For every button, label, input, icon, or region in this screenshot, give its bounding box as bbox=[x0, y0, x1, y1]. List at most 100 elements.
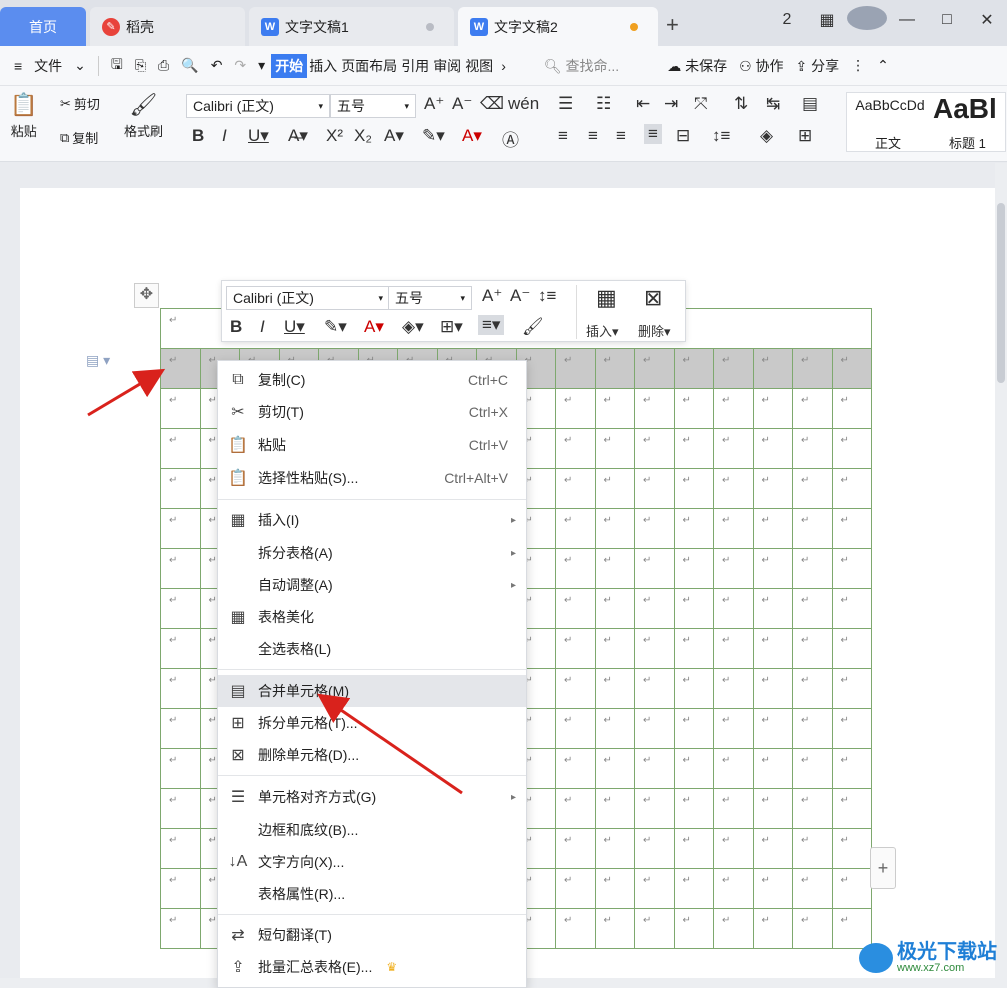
italic-icon[interactable]: I bbox=[222, 126, 227, 146]
table-cell[interactable]: ↵ bbox=[792, 748, 833, 789]
table-cell[interactable]: ↵ bbox=[752, 548, 793, 589]
more-options-icon[interactable]: ⋮ bbox=[845, 57, 871, 74]
menu-item-table-properties[interactable]: 表格属性(R)... bbox=[218, 878, 526, 910]
font-color-icon[interactable]: A▾ bbox=[364, 317, 384, 337]
style-normal[interactable]: AaBbCcDd bbox=[851, 97, 929, 113]
table-cell[interactable]: ↵ bbox=[831, 468, 872, 509]
more-tabs-icon[interactable]: › bbox=[495, 58, 512, 74]
table-cell[interactable]: ↵ bbox=[634, 788, 675, 829]
table-cell[interactable]: ↵ bbox=[752, 388, 793, 429]
font-color-icon[interactable]: A▾ bbox=[462, 126, 482, 146]
table-cell[interactable]: ↵ bbox=[752, 588, 793, 629]
align-icon[interactable]: ≡▾ bbox=[478, 315, 505, 335]
table-cell[interactable]: ↵ bbox=[634, 748, 675, 789]
table-cell[interactable]: ↵ bbox=[160, 748, 201, 789]
table-cell[interactable]: ↵ bbox=[792, 508, 833, 549]
table-cell[interactable]: ↵ bbox=[713, 748, 754, 789]
grid-icon[interactable]: ▦ bbox=[807, 10, 847, 30]
menu-item-borders-shading[interactable]: 边框和底纹(B)... bbox=[218, 814, 526, 846]
avatar[interactable] bbox=[847, 5, 887, 35]
table-cell[interactable]: ↵ bbox=[160, 548, 201, 589]
table-cell[interactable]: ↵ bbox=[673, 348, 714, 389]
new-tab-button[interactable]: + bbox=[666, 12, 679, 38]
save-icon[interactable]: 🖫 bbox=[105, 54, 129, 78]
menu-item-merge-cells[interactable]: ▤ 合并单元格(M) bbox=[218, 675, 526, 707]
table-cell[interactable]: ↵ bbox=[673, 828, 714, 869]
table-cell[interactable]: ↵ bbox=[752, 628, 793, 669]
shading-icon[interactable]: ◈▾ bbox=[402, 317, 424, 337]
align-center-icon[interactable]: ≡ bbox=[588, 126, 598, 146]
table-cell[interactable]: ↵ bbox=[555, 748, 596, 789]
table-cell[interactable]: ↵ bbox=[831, 748, 872, 789]
table-cell[interactable]: ↵ bbox=[792, 588, 833, 629]
table-cell[interactable]: ↵ bbox=[634, 828, 675, 869]
tab-home[interactable]: 首页 bbox=[0, 7, 86, 46]
table-cell[interactable]: ↵ bbox=[792, 788, 833, 829]
table-cell[interactable]: ↵ bbox=[555, 548, 596, 589]
table-cell[interactable]: ↵ bbox=[831, 348, 872, 389]
table-cell[interactable]: ↵ bbox=[160, 868, 201, 909]
table-cell[interactable]: ↵ bbox=[160, 708, 201, 749]
collapse-ribbon-icon[interactable]: ⌃ bbox=[871, 57, 895, 74]
table-cell[interactable]: ↵ bbox=[594, 828, 635, 869]
table-cell[interactable]: ↵ bbox=[752, 868, 793, 909]
menu-item-delete-cells[interactable]: ⊠ 删除单元格(D)... bbox=[218, 739, 526, 771]
table-cell[interactable]: ↵ bbox=[831, 708, 872, 749]
highlight-icon[interactable]: ✎▾ bbox=[422, 126, 445, 146]
table-cell[interactable]: ↵ bbox=[831, 668, 872, 709]
mini-font-size-select[interactable]: 五号 ▾ bbox=[388, 286, 472, 310]
redo-icon[interactable]: ↷ bbox=[228, 57, 252, 74]
table-cell[interactable]: ↵ bbox=[555, 508, 596, 549]
tab-view[interactable]: 视图 bbox=[463, 56, 495, 76]
table-cell[interactable]: ↵ bbox=[713, 468, 754, 509]
underline-icon[interactable]: U▾ bbox=[248, 126, 269, 146]
numbering-icon[interactable]: ☷ bbox=[596, 94, 611, 114]
table-cell[interactable]: ↵ bbox=[634, 548, 675, 589]
table-cell[interactable]: ↵ bbox=[752, 468, 793, 509]
subscript-icon[interactable]: X₂ bbox=[354, 126, 372, 146]
table-cell[interactable]: ↵ bbox=[713, 868, 754, 909]
table-cell[interactable]: ↵ bbox=[792, 668, 833, 709]
table-cell[interactable]: ↵ bbox=[831, 428, 872, 469]
table-cell[interactable]: ↵ bbox=[160, 508, 201, 549]
table-cell[interactable]: ↵ bbox=[634, 908, 675, 949]
table-cell[interactable]: ↵ bbox=[673, 548, 714, 589]
align-left-icon[interactable]: ≡ bbox=[558, 126, 568, 146]
table-cell[interactable]: ↵ bbox=[160, 588, 201, 629]
menu-item-text-direction[interactable]: ↓A 文字方向(X)... bbox=[218, 846, 526, 878]
borders-icon[interactable]: ⊞▾ bbox=[440, 317, 463, 337]
menu-item-split-cells[interactable]: ⊞ 拆分单元格(T)... bbox=[218, 707, 526, 739]
menu-item-autofit[interactable]: 自动调整(A) ▸ bbox=[218, 569, 526, 601]
table-cell[interactable]: ↵ bbox=[594, 708, 635, 749]
copy-button[interactable]: ⧉ 复制 bbox=[60, 128, 98, 147]
table-cell[interactable]: ↵ bbox=[673, 708, 714, 749]
table-cell[interactable]: ↵ bbox=[555, 708, 596, 749]
table-cell[interactable]: ↵ bbox=[555, 388, 596, 429]
table-cell[interactable]: ↵ bbox=[555, 868, 596, 909]
table-cell[interactable]: ↵ bbox=[713, 788, 754, 829]
vertical-scrollbar[interactable] bbox=[995, 163, 1007, 988]
table-cell[interactable]: ↵ bbox=[555, 908, 596, 949]
italic-icon[interactable]: I bbox=[260, 317, 265, 337]
table-cell[interactable]: ↵ bbox=[752, 748, 793, 789]
table-cell[interactable]: ↵ bbox=[634, 628, 675, 669]
table-insert-icon[interactable]: ▦ bbox=[596, 285, 617, 311]
layout-icon[interactable]: 2 bbox=[767, 11, 807, 29]
char-border-icon[interactable]: Ⓐ bbox=[502, 126, 519, 151]
chinese-layout-icon[interactable]: ⤧ bbox=[694, 94, 708, 114]
text-direction-icon[interactable]: ↹ bbox=[766, 94, 780, 114]
shading-icon[interactable]: ◈ bbox=[760, 126, 773, 146]
table-cell[interactable]: ↵ bbox=[673, 468, 714, 509]
table-cell[interactable]: ↵ bbox=[752, 668, 793, 709]
menu-item-cut[interactable]: ✂ 剪切(T) Ctrl+X bbox=[218, 396, 526, 428]
table-cell[interactable]: ↵ bbox=[713, 908, 754, 949]
table-cell[interactable]: ↵ bbox=[831, 788, 872, 829]
table-cell[interactable]: ↵ bbox=[831, 828, 872, 869]
table-cell[interactable]: ↵ bbox=[752, 348, 793, 389]
table-cell[interactable]: ↵ bbox=[673, 748, 714, 789]
table-cell[interactable]: ↵ bbox=[713, 348, 754, 389]
grow-font-icon[interactable]: A⁺ bbox=[482, 286, 502, 306]
mini-font-name-select[interactable]: Calibri (正文) ▾ bbox=[226, 286, 390, 310]
customize-icon[interactable]: ▾ bbox=[252, 57, 271, 74]
table-cell[interactable]: ↵ bbox=[634, 388, 675, 429]
